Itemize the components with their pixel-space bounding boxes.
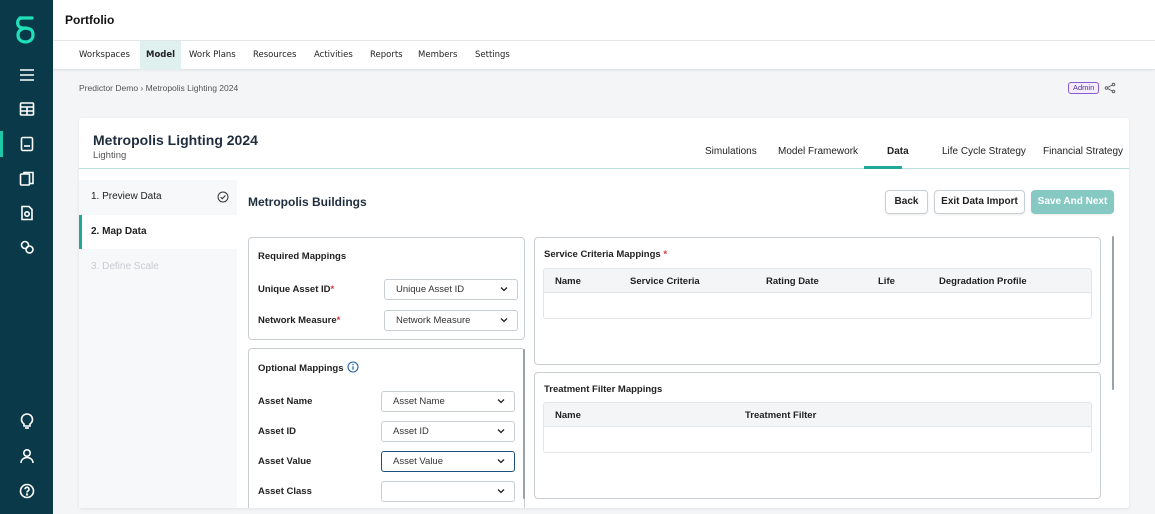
service-criteria-table-header: Name Service Criteria Rating Date Life D…: [543, 268, 1092, 293]
required-mappings-panel: Required Mappings Unique Asset ID* Uniqu…: [248, 237, 525, 340]
tab-financial-strategy[interactable]: Financial Strategy: [1043, 146, 1123, 157]
tab-model-framework[interactable]: Model Framework: [778, 146, 858, 157]
nav-resources[interactable]: Resources: [247, 41, 302, 70]
save-and-next-button[interactable]: Save And Next: [1031, 190, 1114, 214]
treatment-filter-title: Treatment Filter Mappings: [544, 384, 663, 395]
tab-life-cycle-strategy[interactable]: Life Cycle Strategy: [942, 146, 1026, 157]
table-icon[interactable]: [16, 98, 38, 120]
section-title: Metropolis Buildings: [248, 195, 367, 209]
info-icon[interactable]: [346, 361, 359, 373]
help-icon[interactable]: [16, 480, 38, 502]
tabs-divider: [79, 168, 1129, 169]
document-icon[interactable]: [16, 202, 38, 224]
nav-work-plans[interactable]: Work Plans: [183, 41, 242, 70]
nav-settings[interactable]: Settings: [469, 41, 516, 70]
chevron-down-icon: [500, 318, 508, 323]
asset-id-select[interactable]: Asset ID: [381, 421, 515, 442]
asset-name-select[interactable]: Asset Name: [381, 391, 515, 412]
tab-data[interactable]: Data: [887, 146, 909, 157]
back-button[interactable]: Back: [885, 190, 928, 214]
step-label: 3. Define Scale: [91, 261, 159, 272]
required-mappings-title: Required Mappings: [258, 251, 347, 262]
step-preview-data[interactable]: 1. Preview Data: [79, 180, 237, 214]
optional-mappings-title: Optional Mappings: [258, 361, 359, 374]
network-measure-label: Network Measure*: [258, 315, 341, 326]
asset-id-label: Asset ID: [258, 426, 297, 437]
step-label: 1. Preview Data: [91, 191, 162, 202]
menu-icon[interactable]: [16, 64, 38, 86]
chevron-down-icon: [500, 287, 508, 292]
asset-name-label: Asset Name: [258, 396, 313, 407]
project-card: Metropolis Lighting 2024 Lighting Simula…: [79, 118, 1129, 508]
nav-workspaces[interactable]: Workspaces: [73, 41, 136, 70]
main-nav: Workspaces Model Work Plans Resources Ac…: [53, 41, 1155, 70]
step-label: 2. Map Data: [91, 226, 147, 237]
chevron-down-icon: [497, 459, 505, 464]
nav-activities[interactable]: Activities: [308, 41, 359, 70]
column-header[interactable]: Rating Date: [766, 276, 819, 287]
asset-value-select[interactable]: Asset Value: [381, 451, 515, 472]
project-title: Metropolis Lighting 2024: [93, 132, 258, 148]
sidebar: [0, 0, 53, 514]
asset-class-label: Asset Class: [258, 486, 312, 497]
treatment-filter-panel: Treatment Filter Mappings Name Treatment…: [534, 372, 1101, 499]
sidebar-active-indicator: [0, 131, 3, 157]
active-tab-indicator: [864, 166, 902, 169]
nav-members[interactable]: Members: [412, 41, 463, 70]
app-title: Portfolio: [65, 13, 115, 27]
role-badge: Admin: [1068, 82, 1100, 94]
column-header[interactable]: Name: [555, 410, 581, 421]
user-icon[interactable]: [16, 445, 38, 467]
service-criteria-panel: Service Criteria Mappings * Name Service…: [534, 237, 1101, 365]
unique-asset-id-label: Unique Asset ID*: [258, 284, 335, 295]
settings-gear-icon[interactable]: [16, 236, 38, 258]
asset-value-label: Asset Value: [258, 456, 312, 467]
service-criteria-table-body: [543, 293, 1092, 319]
treatment-filter-table-header: Name Treatment Filter: [543, 402, 1092, 427]
column-header[interactable]: Life: [878, 276, 895, 287]
column-header[interactable]: Treatment Filter: [745, 410, 816, 421]
tab-simulations[interactable]: Simulations: [705, 146, 757, 157]
right-scrollbar[interactable]: [1112, 236, 1114, 390]
nav-model[interactable]: Model: [140, 41, 182, 70]
service-criteria-title: Service Criteria Mappings *: [544, 249, 668, 260]
column-header[interactable]: Degradation Profile: [939, 276, 1027, 287]
files-icon[interactable]: [16, 168, 38, 190]
chevron-down-icon: [497, 429, 505, 434]
chevron-down-icon: [497, 399, 505, 404]
optional-mappings-panel: Optional Mappings Asset Name Asset Name …: [248, 348, 525, 508]
treatment-filter-table-body: [543, 427, 1092, 453]
chevron-down-icon: [497, 489, 505, 494]
model-icon[interactable]: [16, 133, 38, 155]
network-measure-select[interactable]: Network Measure: [384, 310, 518, 331]
step-define-scale: 3. Define Scale: [79, 250, 237, 284]
nav-reports[interactable]: Reports: [364, 41, 409, 70]
column-header[interactable]: Name: [555, 276, 581, 287]
lightbulb-icon[interactable]: [16, 410, 38, 432]
breadcrumb[interactable]: Predictor Demo › Metropolis Lighting 202…: [79, 83, 238, 93]
step-map-data[interactable]: 2. Map Data: [79, 215, 237, 249]
optional-scrollbar[interactable]: [523, 349, 525, 499]
unique-asset-id-select[interactable]: Unique Asset ID: [384, 279, 518, 300]
check-circle-icon: [217, 191, 229, 203]
asset-class-select[interactable]: [381, 481, 515, 502]
wizard-steps: 1. Preview Data 2. Map Data 3. Define Sc…: [79, 180, 237, 508]
column-header[interactable]: Service Criteria: [630, 276, 700, 287]
brand-logo-icon[interactable]: [13, 14, 39, 44]
share-icon[interactable]: [1104, 82, 1116, 94]
top-bar: Portfolio: [53, 0, 1155, 41]
exit-data-import-button[interactable]: Exit Data Import: [934, 190, 1025, 214]
project-subtitle: Lighting: [93, 150, 127, 161]
